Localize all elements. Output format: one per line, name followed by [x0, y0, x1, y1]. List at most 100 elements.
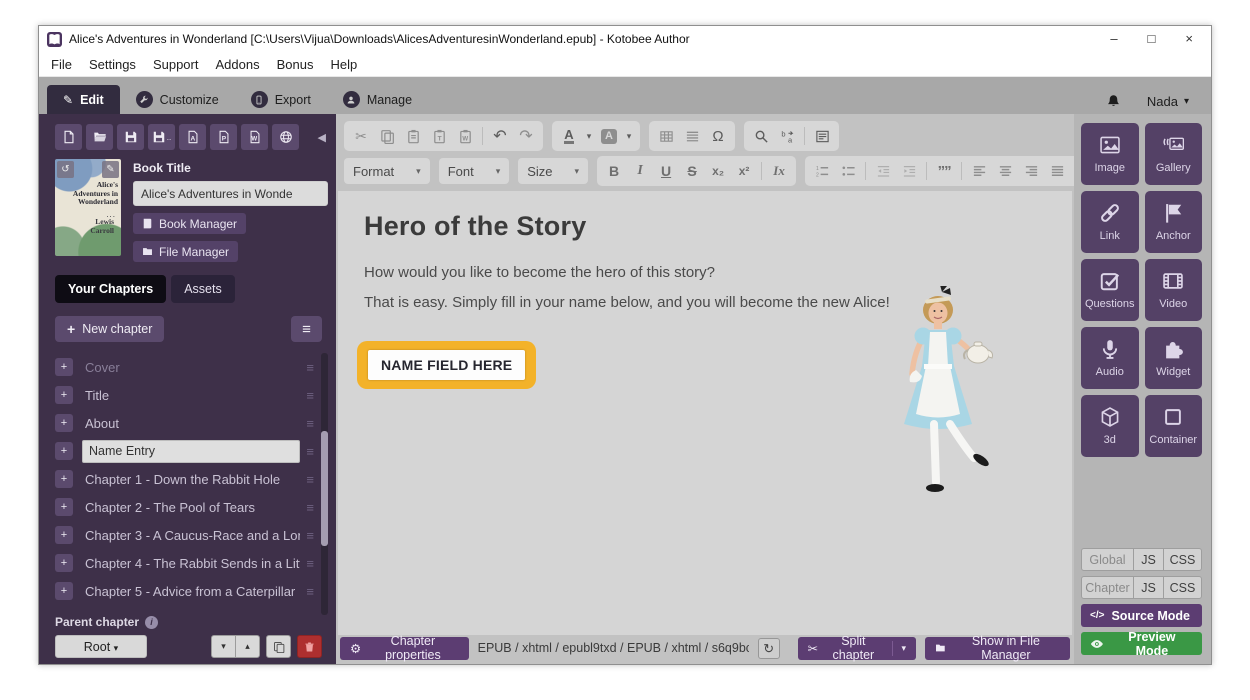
- book-manager-button[interactable]: Book Manager: [133, 213, 246, 234]
- blockquote-icon[interactable]: ””: [932, 159, 956, 183]
- rotate-cover-icon[interactable]: ↺: [57, 161, 74, 178]
- user-menu[interactable]: Nada ▾: [1147, 94, 1189, 109]
- insert-link-button[interactable]: Link: [1081, 191, 1139, 253]
- chapter-js-button[interactable]: JS: [1133, 576, 1164, 599]
- chapter-row-4[interactable]: + Chapter 4 - The Rabbit Sends in a Litt…: [55, 549, 314, 577]
- chapter-name-input[interactable]: [82, 440, 300, 463]
- name-field-placeholder[interactable]: NAME FIELD HERE: [368, 350, 525, 380]
- drag-handle-icon[interactable]: ≡: [306, 416, 314, 431]
- expand-chapter-button[interactable]: +: [55, 526, 73, 544]
- close-button[interactable]: ×: [1185, 31, 1193, 47]
- export-word-button[interactable]: W: [241, 124, 268, 150]
- justify-icon[interactable]: [1045, 159, 1069, 183]
- tab-export[interactable]: Export: [235, 85, 327, 114]
- alice-image[interactable]: [872, 286, 1004, 498]
- show-blocks-icon[interactable]: [810, 124, 834, 148]
- special-character-icon[interactable]: Ω: [706, 124, 730, 148]
- chapter-row-3[interactable]: + Chapter 3 - A Caucus-Race and a Long T…: [55, 521, 314, 549]
- replace-icon[interactable]: ba: [775, 124, 799, 148]
- indent-icon[interactable]: [897, 159, 921, 183]
- chapter-list-scrollbar[interactable]: [321, 353, 328, 615]
- bold-button[interactable]: B: [602, 159, 626, 183]
- tab-your-chapters[interactable]: Your Chapters: [55, 275, 166, 303]
- insert-audio-button[interactable]: Audio: [1081, 327, 1139, 389]
- cut-icon[interactable]: ✂: [349, 124, 373, 148]
- book-cover-thumbnail[interactable]: ↺ ✎ Alice's Adventures in Wonderland ...…: [55, 159, 121, 256]
- move-chapter-down-button[interactable]: ▾: [211, 635, 236, 658]
- open-book-button[interactable]: [86, 124, 113, 150]
- preview-mode-button[interactable]: Preview Mode: [1081, 632, 1202, 655]
- insert-gallery-button[interactable]: Gallery: [1145, 123, 1203, 185]
- menu-settings[interactable]: Settings: [89, 57, 136, 72]
- scrollbar-thumb[interactable]: [321, 431, 328, 546]
- new-chapter-button[interactable]: + New chapter: [55, 316, 164, 342]
- paste-from-word-icon[interactable]: W: [453, 124, 477, 148]
- find-icon[interactable]: [749, 124, 773, 148]
- text-color-icon[interactable]: A: [557, 124, 581, 148]
- insert-questions-button[interactable]: Questions: [1081, 259, 1139, 321]
- drag-handle-icon[interactable]: ≡: [306, 444, 314, 459]
- menu-file[interactable]: File: [51, 57, 72, 72]
- caret-down-icon[interactable]: ▾: [583, 124, 595, 148]
- tab-customize[interactable]: Customize: [120, 85, 235, 114]
- underline-button[interactable]: U: [654, 159, 678, 183]
- background-color-icon[interactable]: A: [597, 124, 621, 148]
- global-js-button[interactable]: JS: [1133, 548, 1164, 571]
- drag-handle-icon[interactable]: ≡: [306, 556, 314, 571]
- line-height-icon[interactable]: [680, 124, 704, 148]
- show-in-file-manager-button[interactable]: Show in File Manager: [925, 637, 1070, 660]
- insert-anchor-button[interactable]: Anchor: [1145, 191, 1203, 253]
- chapter-heading[interactable]: Hero of the Story: [364, 211, 1046, 242]
- source-mode-button[interactable]: </> Source Mode: [1081, 604, 1202, 627]
- insert-widget-button[interactable]: Widget: [1145, 327, 1203, 389]
- paste-icon[interactable]: [401, 124, 425, 148]
- outdent-icon[interactable]: [871, 159, 895, 183]
- drag-handle-icon[interactable]: ≡: [306, 500, 314, 515]
- menu-addons[interactable]: Addons: [215, 57, 259, 72]
- caret-down-icon[interactable]: ▾: [623, 124, 635, 148]
- chapter-row-2[interactable]: + Chapter 2 - The Pool of Tears ≡: [55, 493, 314, 521]
- menu-support[interactable]: Support: [153, 57, 199, 72]
- undo-icon[interactable]: ↶: [488, 124, 512, 148]
- chapter-row-name-entry[interactable]: + ≡: [55, 437, 314, 465]
- move-chapter-up-button[interactable]: ▴: [235, 635, 260, 658]
- align-right-icon[interactable]: [1019, 159, 1043, 183]
- format-dropdown[interactable]: Format▾: [344, 158, 430, 184]
- bullet-list-icon[interactable]: [836, 159, 860, 183]
- expand-chapter-button[interactable]: +: [55, 498, 73, 516]
- expand-chapter-button[interactable]: +: [55, 470, 73, 488]
- chapter-css-button[interactable]: CSS: [1163, 576, 1202, 599]
- drag-handle-icon[interactable]: ≡: [306, 360, 314, 375]
- align-center-icon[interactable]: [993, 159, 1017, 183]
- chapter-row-5[interactable]: + Chapter 5 - Advice from a Caterpillar …: [55, 577, 314, 605]
- expand-chapter-button[interactable]: +: [55, 386, 73, 404]
- chapter-list-menu-button[interactable]: ≡: [291, 316, 322, 342]
- align-left-icon[interactable]: [967, 159, 991, 183]
- save-button[interactable]: [117, 124, 144, 150]
- edit-cover-icon[interactable]: ✎: [102, 161, 119, 178]
- insert-image-button[interactable]: Image: [1081, 123, 1139, 185]
- new-book-button[interactable]: [55, 124, 82, 150]
- font-dropdown[interactable]: Font▾: [439, 158, 510, 184]
- expand-chapter-button[interactable]: +: [55, 358, 73, 376]
- italic-button[interactable]: I: [628, 159, 652, 183]
- insert-table-icon[interactable]: [654, 124, 678, 148]
- export-pdf-button[interactable]: A: [179, 124, 206, 150]
- expand-chapter-button[interactable]: +: [55, 442, 73, 460]
- redo-icon[interactable]: ↷: [514, 124, 538, 148]
- save-as-button[interactable]: ..: [148, 124, 175, 150]
- global-css-button[interactable]: CSS: [1163, 548, 1202, 571]
- chapter-row-title[interactable]: + Title ≡: [55, 381, 314, 409]
- menu-bonus[interactable]: Bonus: [277, 57, 314, 72]
- superscript-button[interactable]: x²: [732, 159, 756, 183]
- paste-as-text-icon[interactable]: T: [427, 124, 451, 148]
- drag-handle-icon[interactable]: ≡: [306, 388, 314, 403]
- drag-handle-icon[interactable]: ≡: [306, 584, 314, 599]
- duplicate-chapter-button[interactable]: [266, 635, 291, 658]
- ordered-list-icon[interactable]: 12: [810, 159, 834, 183]
- split-chapter-button[interactable]: ✂ Split chapter ▾: [798, 637, 916, 660]
- info-icon[interactable]: i: [145, 616, 158, 629]
- insert-container-button[interactable]: Container: [1145, 395, 1203, 457]
- subscript-button[interactable]: x₂: [706, 159, 730, 183]
- chapter-row-cover[interactable]: + Cover ≡: [55, 353, 314, 381]
